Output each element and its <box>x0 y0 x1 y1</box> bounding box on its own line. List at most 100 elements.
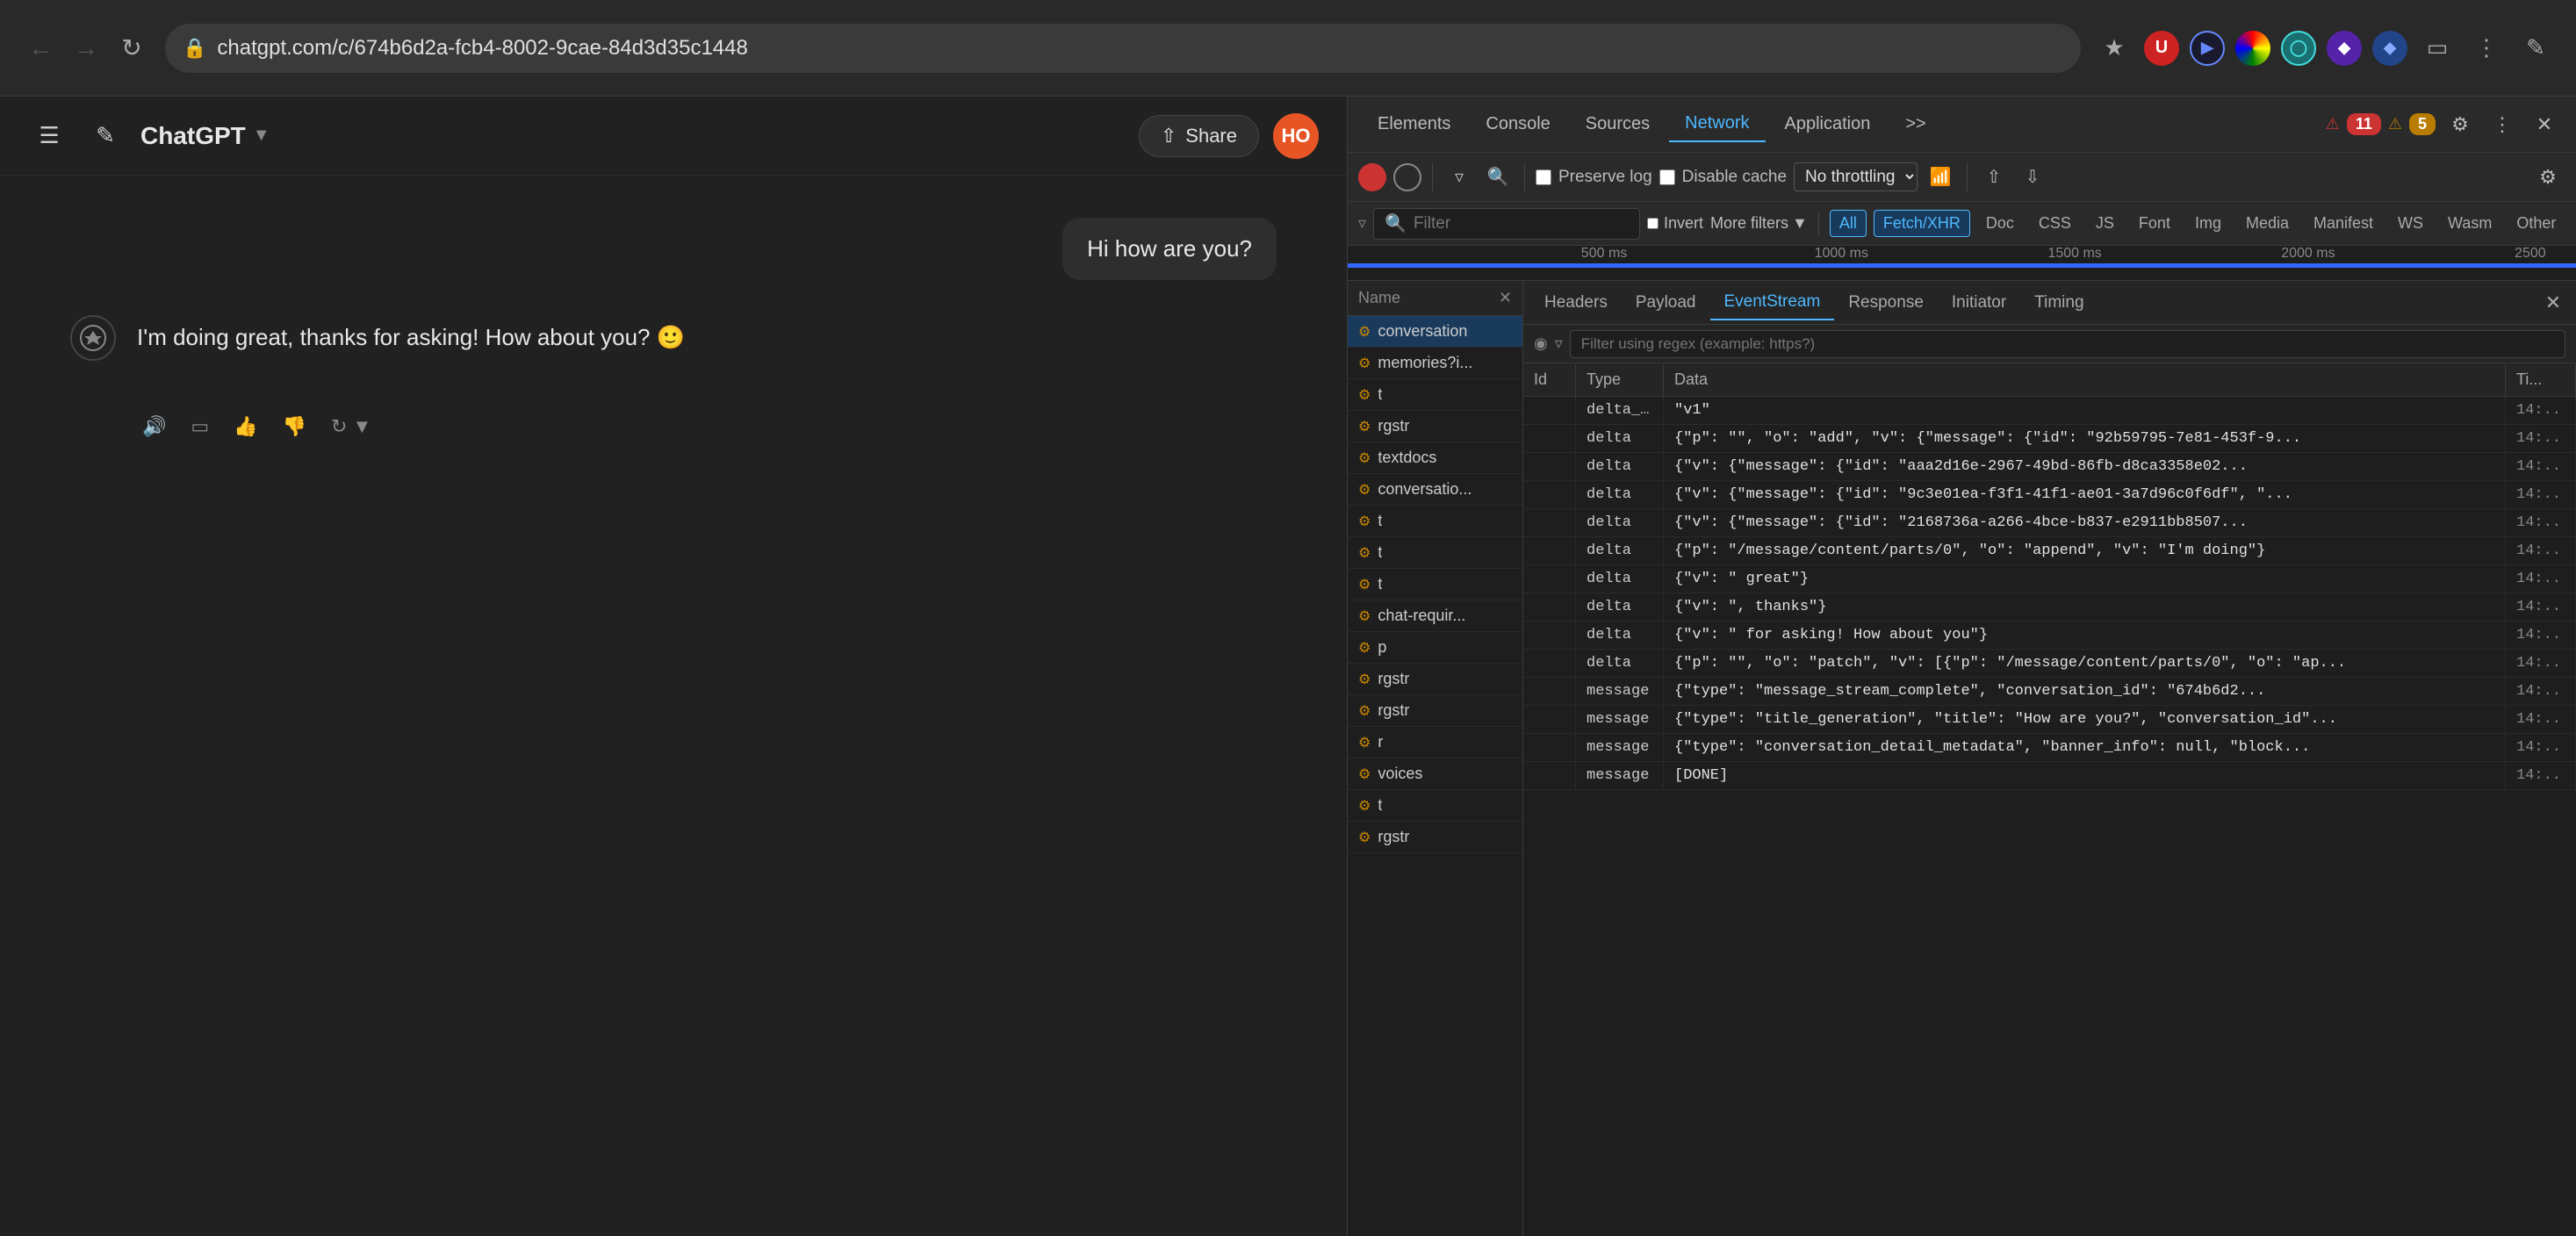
network-item-conversatio[interactable]: ⚙ conversatio... <box>1348 474 1522 506</box>
event-row-5[interactable]: delta {"p": "/message/content/parts/0", … <box>1523 537 2576 565</box>
event-row-4[interactable]: delta {"v": {"message": {"id": "2168736a… <box>1523 509 2576 537</box>
network-item-voices[interactable]: ⚙ voices <box>1348 758 1522 790</box>
network-item-t-1[interactable]: ⚙ t <box>1348 379 1522 411</box>
speak-button[interactable]: 🔊 <box>137 410 171 443</box>
event-row-7[interactable]: delta {"v": ", thanks"} 14:.. <box>1523 593 2576 622</box>
network-item-rgstr-4[interactable]: ⚙ rgstr <box>1348 822 1522 853</box>
devtools-settings-button[interactable]: ⚙ <box>2443 107 2478 142</box>
network-item-chat-requir[interactable]: ⚙ chat-requir... <box>1348 600 1522 632</box>
detail-tab-timing[interactable]: Timing <box>2020 286 2097 320</box>
filter-type-manifest[interactable]: Manifest <box>2305 211 2382 236</box>
back-button[interactable]: ← <box>21 29 60 68</box>
detail-tab-response[interactable]: Response <box>1834 286 1938 320</box>
detail-close-button[interactable]: ✕ <box>2537 287 2569 319</box>
detail-tab-eventstream[interactable]: EventStream <box>1710 285 1835 320</box>
filter-type-js[interactable]: JS <box>2087 211 2123 236</box>
network-item-conversation[interactable]: ⚙ conversation <box>1348 316 1522 348</box>
new-chat-button[interactable]: ✎ <box>84 115 126 157</box>
tab-network[interactable]: Network <box>1669 106 1765 142</box>
network-item-rgstr-3[interactable]: ⚙ rgstr <box>1348 695 1522 727</box>
extension-blue[interactable]: ◆ <box>2372 31 2407 66</box>
extensions-button[interactable]: ▭ <box>2418 29 2457 68</box>
filter-type-other[interactable]: Other <box>2508 211 2565 236</box>
tab-sources[interactable]: Sources <box>1570 107 1666 141</box>
disable-cache-label[interactable]: Disable cache <box>1659 168 1787 187</box>
devtools-more-button[interactable]: ⋮ <box>2485 107 2520 142</box>
network-item-r[interactable]: ⚙ r <box>1348 727 1522 758</box>
event-row-0[interactable]: delta_enc... "v1" 14:.. <box>1523 397 2576 425</box>
bookmark-icon[interactable]: ★ <box>2095 29 2133 68</box>
network-item-rgstr-2[interactable]: ⚙ rgstr <box>1348 664 1522 695</box>
network-item-p[interactable]: ⚙ p <box>1348 632 1522 664</box>
network-item-rgstr-1[interactable]: ⚙ rgstr <box>1348 411 1522 442</box>
thumbs-down-button[interactable]: 👎 <box>277 410 312 443</box>
event-row-6[interactable]: delta {"v": " great"} 14:.. <box>1523 565 2576 593</box>
invert-label[interactable]: Invert <box>1647 214 1703 233</box>
network-item-t-5[interactable]: ⚙ t <box>1348 790 1522 822</box>
event-row-2[interactable]: delta {"v": {"message": {"id": "aaa2d16e… <box>1523 453 2576 481</box>
extension-img[interactable]: ▶ <box>2190 31 2225 66</box>
regenerate-button[interactable]: ↻ ▼ <box>326 410 377 443</box>
event-row-8[interactable]: delta {"v": " for asking! How about you"… <box>1523 622 2576 650</box>
clear-button[interactable] <box>1393 163 1421 191</box>
filter-input-bar[interactable]: 🔍 <box>1373 208 1640 240</box>
tab-more[interactable]: >> <box>1889 107 1941 141</box>
filter-type-wasm[interactable]: Wasm <box>2439 211 2500 236</box>
export-button[interactable]: ⇩ <box>2017 162 2048 193</box>
import-button[interactable]: ⇧ <box>1978 162 2010 193</box>
sidebar-toggle-button[interactable]: ☰ <box>28 115 70 157</box>
filter-type-img[interactable]: Img <box>2186 211 2230 236</box>
disable-cache-checkbox[interactable] <box>1659 169 1675 185</box>
filter-type-font[interactable]: Font <box>2130 211 2179 236</box>
filter-text-input[interactable] <box>1414 214 1629 234</box>
extension-ublock[interactable]: U <box>2144 31 2179 66</box>
wifi-icon[interactable]: 📶 <box>1925 162 1956 193</box>
thumbs-up-button[interactable]: 👍 <box>228 410 263 443</box>
extension-teal[interactable]: ◯ <box>2281 31 2316 66</box>
reload-button[interactable]: ↻ <box>112 29 151 68</box>
profile-button[interactable]: ✎ <box>2516 29 2555 68</box>
copy-button[interactable]: ▭ <box>185 410 214 443</box>
event-row-10[interactable]: message {"type": "message_stream_complet… <box>1523 678 2576 706</box>
devtools-close-button[interactable]: ✕ <box>2527 107 2562 142</box>
event-row-3[interactable]: delta {"v": {"message": {"id": "9c3e01ea… <box>1523 481 2576 509</box>
detail-tab-payload[interactable]: Payload <box>1622 286 1710 320</box>
network-item-t-2[interactable]: ⚙ t <box>1348 506 1522 537</box>
filter-type-css[interactable]: CSS <box>2030 211 2080 236</box>
tab-console[interactable]: Console <box>1470 107 1565 141</box>
share-button[interactable]: ⇧ Share <box>1139 115 1259 157</box>
filter-type-ws[interactable]: WS <box>2389 211 2432 236</box>
event-row-13[interactable]: message [DONE] 14:.. <box>1523 762 2576 790</box>
record-button[interactable] <box>1358 163 1386 191</box>
network-item-t-4[interactable]: ⚙ t <box>1348 569 1522 600</box>
network-item-textdocs[interactable]: ⚙ textdocs <box>1348 442 1522 474</box>
event-filter-input-container[interactable] <box>1570 330 2565 358</box>
close-panel-button[interactable]: ✕ <box>1499 289 1512 307</box>
network-item-memories[interactable]: ⚙ memories?i... <box>1348 348 1522 379</box>
event-row-1[interactable]: delta {"p": "", "o": "add", "v": {"messa… <box>1523 425 2576 453</box>
event-filter-input[interactable] <box>1581 335 2554 353</box>
event-row-12[interactable]: message {"type": "conversation_detail_me… <box>1523 734 2576 762</box>
detail-tab-headers[interactable]: Headers <box>1530 286 1622 320</box>
filter-type-fetch-xhr[interactable]: Fetch/XHR <box>1874 210 1970 237</box>
user-avatar[interactable]: HO <box>1273 113 1319 159</box>
chat-title-chevron[interactable]: ▼ <box>253 126 270 146</box>
filter-button[interactable]: ▿ <box>1443 162 1475 193</box>
address-bar[interactable]: 🔒 chatgpt.com/c/674b6d2a-fcb4-8002-9cae-… <box>165 24 2081 73</box>
tab-application[interactable]: Application <box>1769 107 1887 141</box>
throttle-select[interactable]: No throttling <box>1794 162 1918 191</box>
more-filters-button[interactable]: More filters ▼ <box>1710 214 1808 233</box>
detail-tab-initiator[interactable]: Initiator <box>1938 286 2020 320</box>
preserve-log-checkbox[interactable] <box>1536 169 1551 185</box>
network-settings-button[interactable]: ⚙ <box>2530 160 2565 195</box>
filter-type-media[interactable]: Media <box>2237 211 2298 236</box>
extension-purple[interactable]: ◆ <box>2327 31 2362 66</box>
extension-colorful[interactable] <box>2235 31 2270 66</box>
event-row-9[interactable]: delta {"p": "", "o": "patch", "v": [{"p"… <box>1523 650 2576 678</box>
filter-type-doc[interactable]: Doc <box>1977 211 2023 236</box>
menu-button[interactable]: ⋮ <box>2467 29 2506 68</box>
event-row-11[interactable]: message {"type": "title_generation", "ti… <box>1523 706 2576 734</box>
forward-button[interactable]: → <box>67 29 105 68</box>
search-button[interactable]: 🔍 <box>1482 162 1514 193</box>
tab-elements[interactable]: Elements <box>1362 107 1466 141</box>
